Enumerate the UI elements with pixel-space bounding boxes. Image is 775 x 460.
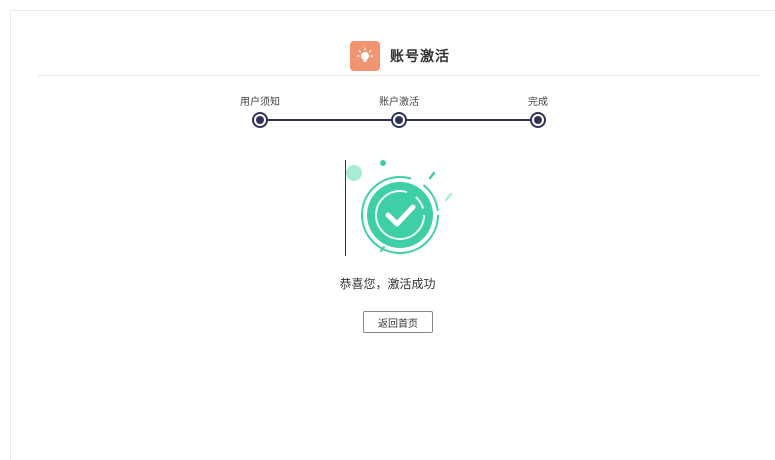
step-dot-activate [391, 112, 407, 128]
step-dot-done [530, 112, 546, 128]
header-divider [38, 75, 759, 76]
step-label-notice: 用户须知 [240, 97, 280, 108]
page-title: 账号激活 [390, 49, 450, 65]
return-home-button[interactable]: 返回首页 [363, 311, 433, 333]
step-label-done: 完成 [528, 97, 548, 108]
step-label-activate: 账户激活 [379, 97, 419, 108]
activation-stepper: 用户须知 账户激活 完成 [230, 90, 570, 135]
frame-border-top [10, 10, 775, 11]
step-dot-notice [252, 112, 268, 128]
frame-border-left [10, 10, 11, 460]
page-header: 账号激活 [350, 40, 450, 72]
check-circle-icon [346, 160, 453, 254]
lightbulb-icon [350, 41, 380, 71]
success-message: 恭喜您，激活成功 [339, 277, 436, 291]
